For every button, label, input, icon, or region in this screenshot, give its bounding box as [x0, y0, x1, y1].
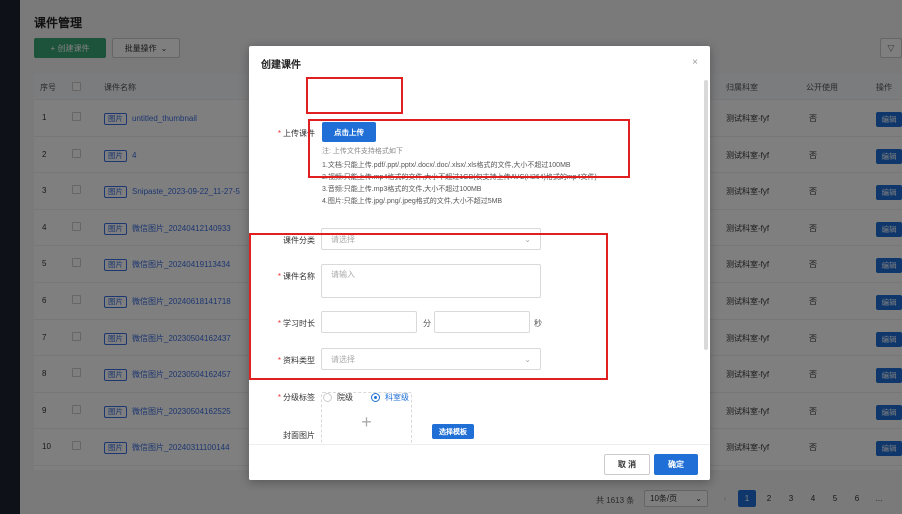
close-icon[interactable]: ×: [692, 57, 698, 68]
upload-note-line: 4.图片:只能上传.jpg/.png/.jpeg格式的文件,大小不超过5MB: [322, 198, 503, 205]
cancel-button[interactable]: 取 消: [604, 454, 650, 475]
dialog-scrollbar[interactable]: [704, 80, 708, 350]
choose-template-button[interactable]: 选择模板: [432, 424, 474, 439]
level-label: * 分级标签: [277, 393, 315, 402]
plus-icon: +: [361, 411, 372, 432]
annotation-box-notes: [308, 119, 630, 178]
dialog-title: 创建课件: [261, 60, 301, 71]
dialog-footer: 取 消 确定: [249, 444, 710, 480]
upload-label: * 上传课件: [277, 129, 315, 138]
annotation-box-fields: [249, 233, 608, 380]
cover-label: 封面图片: [283, 431, 315, 440]
cover-upload-box[interactable]: +: [321, 392, 412, 452]
confirm-button[interactable]: 确定: [654, 454, 698, 475]
annotation-box-upload: [306, 77, 403, 114]
upload-note-line: 3.音频:只能上传.mp3格式的文件,大小不超过100MB: [322, 186, 482, 193]
